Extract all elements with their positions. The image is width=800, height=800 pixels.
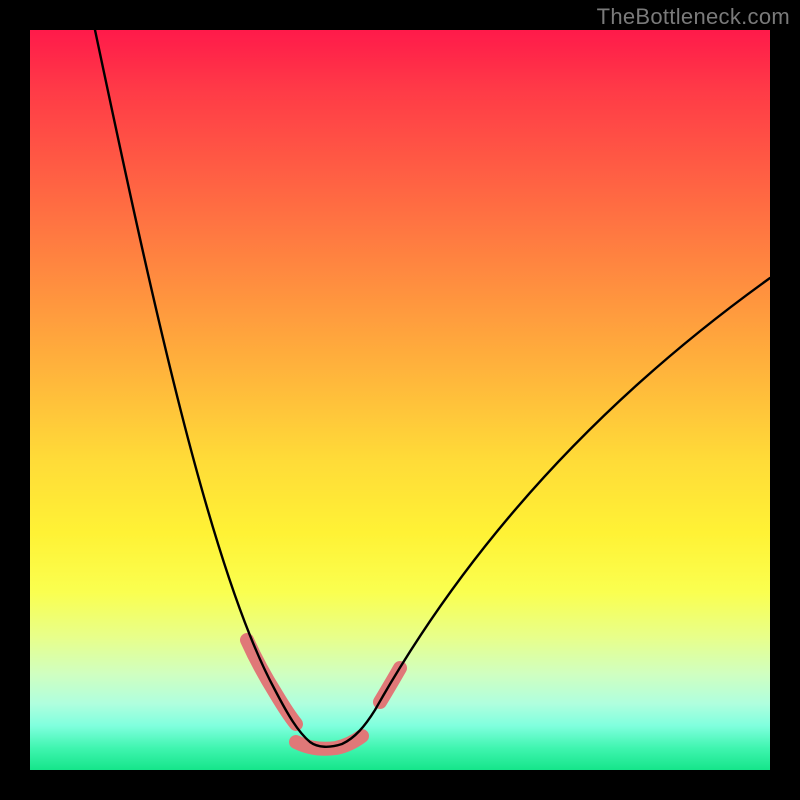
bottleneck-curve	[95, 30, 770, 747]
watermark-text: TheBottleneck.com	[597, 4, 790, 30]
plot-area	[30, 30, 770, 770]
chart-frame: TheBottleneck.com	[0, 0, 800, 800]
curve-layer	[30, 30, 770, 770]
